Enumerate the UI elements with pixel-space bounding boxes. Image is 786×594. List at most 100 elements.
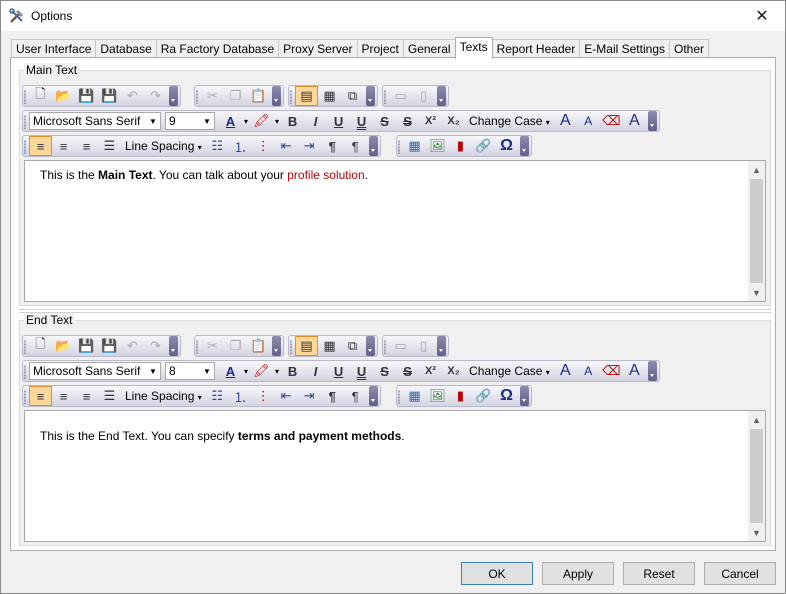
scroll-up-icon[interactable]: ▲ xyxy=(748,411,765,428)
increase-indent-icon[interactable]: ⇥ xyxy=(298,136,321,156)
toolbar-options-chevron[interactable] xyxy=(366,336,375,356)
tab-user-interface[interactable]: User Interface xyxy=(11,39,97,59)
tab-project[interactable]: Project xyxy=(356,39,404,59)
multilevel-list-icon[interactable]: ⋮ xyxy=(252,386,275,406)
clear-format-icon[interactable]: ⌫ xyxy=(600,111,623,131)
highlight-color-icon[interactable]: 🖍 xyxy=(250,361,273,381)
save-as-icon[interactable]: 💾 xyxy=(98,336,121,356)
tab-other[interactable]: Other xyxy=(669,39,710,59)
subscript-button[interactable]: X₂ xyxy=(442,361,465,381)
underline-button[interactable]: U xyxy=(327,361,350,381)
toolbar-options-chevron[interactable] xyxy=(647,361,657,381)
open-icon[interactable]: 📂 xyxy=(52,336,75,356)
shrink-font-icon[interactable]: A xyxy=(577,361,600,381)
grow-font-icon[interactable]: A xyxy=(554,111,577,131)
font-dialog-icon[interactable]: A xyxy=(623,111,646,131)
bold-button[interactable]: B xyxy=(281,111,304,131)
chevron-down-icon[interactable]: ▾ xyxy=(273,367,281,376)
paragraph-format-icon[interactable]: ¶ xyxy=(344,136,367,156)
reset-button[interactable]: Reset xyxy=(623,562,695,585)
toolbar-options-chevron[interactable] xyxy=(368,386,378,406)
paragraph-format-icon[interactable]: ¶ xyxy=(344,386,367,406)
toolbar-options-chevron[interactable] xyxy=(368,136,378,156)
paste-icon[interactable]: 📋 xyxy=(247,336,270,356)
italic-button[interactable]: I xyxy=(304,111,327,131)
bullet-list-icon[interactable]: ☷ xyxy=(206,136,229,156)
tab-database[interactable]: Database xyxy=(95,39,157,59)
line-spacing-button[interactable]: Line Spacing ▾ xyxy=(121,389,206,403)
toolbar-options-chevron[interactable] xyxy=(169,86,178,106)
tab-email-settings[interactable]: E-Mail Settings xyxy=(579,39,670,59)
align-right-icon[interactable]: ≡ xyxy=(75,136,98,156)
open-icon[interactable]: 📂 xyxy=(52,86,75,106)
insert-table-icon[interactable]: ▦ xyxy=(403,386,426,406)
font-color-icon[interactable]: A xyxy=(219,111,242,131)
insert-picture-icon[interactable]: 🖼 xyxy=(426,386,449,406)
save-icon[interactable]: 💾 xyxy=(75,86,98,106)
undo-icon[interactable]: ↶ xyxy=(121,336,144,356)
font-color-icon[interactable]: A xyxy=(219,361,242,381)
chevron-down-icon[interactable]: ▾ xyxy=(273,117,281,126)
save-as-icon[interactable]: 💾 xyxy=(98,86,121,106)
double-underline-button[interactable]: U xyxy=(350,111,373,131)
cancel-button[interactable]: Cancel xyxy=(704,562,776,585)
italic-button[interactable]: I xyxy=(304,361,327,381)
insert-hyperlink-icon[interactable]: 🔗 xyxy=(472,386,495,406)
tab-texts[interactable]: Texts xyxy=(454,37,493,59)
page-view-icon[interactable]: ▤ xyxy=(295,86,318,106)
toolbar-options-chevron[interactable] xyxy=(520,136,529,156)
insert-symbol-button[interactable]: Ω xyxy=(495,386,518,406)
justify-icon[interactable]: ☰ xyxy=(98,136,121,156)
change-case-button[interactable]: Change Case ▾ xyxy=(465,364,554,378)
align-left-icon[interactable]: ≡ xyxy=(29,386,52,406)
change-case-button[interactable]: Change Case ▾ xyxy=(465,114,554,128)
tab-ra-factory-database[interactable]: Ra Factory Database xyxy=(155,39,280,59)
font-name-combo[interactable]: Microsoft Sans Serif ▼ xyxy=(29,112,161,130)
strikethrough-button[interactable]: S xyxy=(373,111,396,131)
insert-table-icon[interactable]: ▦ xyxy=(403,136,426,156)
double-strikethrough-button[interactable]: S xyxy=(396,111,419,131)
subscript-button[interactable]: X₂ xyxy=(442,111,465,131)
bold-button[interactable]: B xyxy=(281,361,304,381)
end-editor-scrollbar[interactable]: ▲ ▼ xyxy=(748,411,765,541)
multilevel-list-icon[interactable]: ⋮ xyxy=(252,136,275,156)
shrink-font-icon[interactable]: A xyxy=(577,111,600,131)
preview-icon[interactable]: ⧉ xyxy=(341,336,364,356)
new-icon[interactable]: 🗋 xyxy=(29,86,52,106)
clear-format-icon[interactable]: ⌫ xyxy=(600,361,623,381)
cut-icon[interactable]: ✂ xyxy=(201,86,224,106)
section-splitter[interactable] xyxy=(19,309,771,313)
font-size-combo[interactable]: 9 ▼ xyxy=(165,112,215,130)
insert-page-break-icon[interactable]: ▮ xyxy=(449,136,472,156)
chevron-down-icon[interactable]: ▾ xyxy=(242,367,250,376)
highlight-color-icon[interactable]: 🖍 xyxy=(250,111,273,131)
superscript-button[interactable]: X² xyxy=(419,361,442,381)
print-layout-icon[interactable]: ▦ xyxy=(318,336,341,356)
insert-symbol-button[interactable]: Ω xyxy=(495,136,518,156)
bullet-list-icon[interactable]: ☷ xyxy=(206,386,229,406)
align-center-icon[interactable]: ≡ xyxy=(52,386,75,406)
toolbar-options-chevron[interactable] xyxy=(169,336,178,356)
ok-button[interactable]: OK xyxy=(461,562,533,585)
font-size-combo[interactable]: 8 ▼ xyxy=(165,362,215,380)
increase-indent-icon[interactable]: ⇥ xyxy=(298,386,321,406)
paragraph-marks-button[interactable]: ¶ xyxy=(321,386,344,406)
insert-picture-icon[interactable]: 🖼 xyxy=(426,136,449,156)
copy-icon[interactable]: ❐ xyxy=(224,86,247,106)
chevron-down-icon[interactable]: ▾ xyxy=(242,117,250,126)
insert-page-break-icon[interactable]: ▮ xyxy=(449,386,472,406)
numbered-list-icon[interactable]: ⒈ xyxy=(229,386,252,406)
tab-report-header[interactable]: Report Header xyxy=(491,39,581,59)
save-icon[interactable]: 💾 xyxy=(75,336,98,356)
decrease-indent-icon[interactable]: ⇤ xyxy=(275,386,298,406)
toolbar-options-chevron[interactable] xyxy=(272,336,281,356)
redo-icon[interactable]: ↷ xyxy=(144,336,167,356)
vertical-ruler-icon[interactable]: ▯ xyxy=(412,336,435,356)
superscript-button[interactable]: X² xyxy=(419,111,442,131)
print-layout-icon[interactable]: ▦ xyxy=(318,86,341,106)
decrease-indent-icon[interactable]: ⇤ xyxy=(275,136,298,156)
align-center-icon[interactable]: ≡ xyxy=(52,136,75,156)
main-text-editor[interactable]: This is the Main Text. You can talk abou… xyxy=(24,160,766,302)
justify-icon[interactable]: ☰ xyxy=(98,386,121,406)
toolbar-options-chevron[interactable] xyxy=(272,86,281,106)
